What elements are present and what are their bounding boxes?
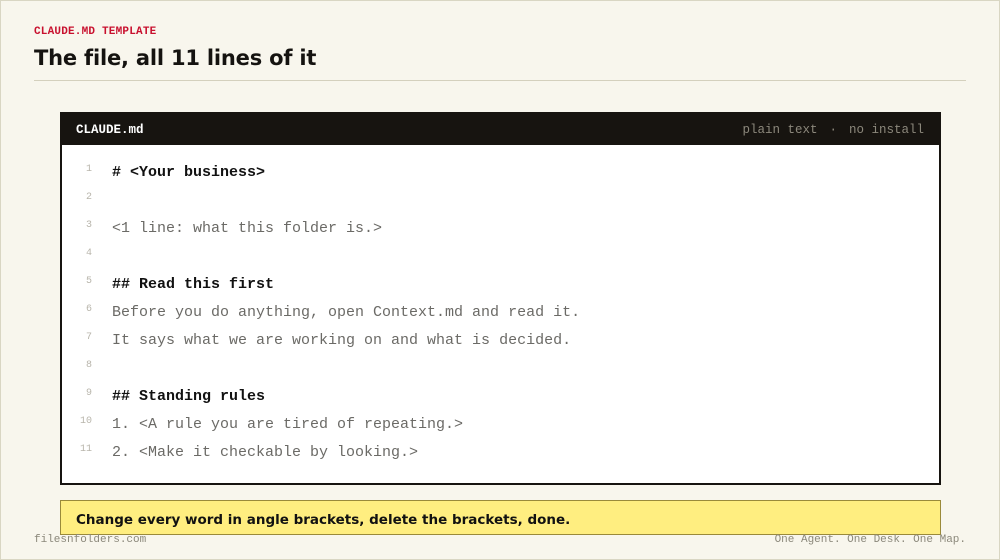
footer-site-link[interactable]: filesnfolders.com: [34, 534, 146, 546]
line-number: 7: [85, 332, 92, 343]
line-text: Before you do anything, open Context.md …: [112, 304, 581, 321]
code-line: 10 1. <A rule you are tired of repeating…: [62, 411, 939, 439]
code-line: 6 Before you do anything, open Context.m…: [62, 299, 939, 327]
code-line: 5 ## Read this first: [62, 271, 939, 299]
code-body: 1 # <Your business> 2 3 <1 line: what th…: [62, 145, 939, 467]
meta-separator: ·: [829, 122, 837, 137]
line-number: 5: [85, 276, 92, 287]
line-text: ## Read this first: [112, 276, 275, 293]
instruction-callout: Change every word in angle brackets, del…: [60, 500, 941, 535]
editor-title-bar: CLAUDE.md plain text · no install: [62, 114, 939, 145]
code-line: 7 It says what we are working on and wha…: [62, 327, 939, 355]
line-number: 1: [85, 164, 92, 175]
line-number: 3: [85, 220, 92, 231]
line-text: <1 line: what this folder is.>: [112, 220, 383, 237]
code-line: 1 # <Your business>: [62, 159, 939, 187]
eyebrow-label: CLAUDE.MD TEMPLATE: [34, 26, 157, 38]
file-name: CLAUDE.md: [76, 122, 144, 137]
line-number: 6: [85, 304, 92, 315]
line-number: 10: [79, 416, 92, 427]
line-number: 8: [85, 360, 92, 371]
editor-meta: plain text · no install: [742, 123, 924, 137]
line-number: 4: [85, 248, 92, 259]
code-line: 3 <1 line: what this folder is.>: [62, 215, 939, 243]
code-line: 2: [62, 187, 939, 215]
format-label: plain text: [742, 122, 818, 137]
line-text: # <Your business>: [112, 164, 266, 181]
code-line: 9 ## Standing rules: [62, 383, 939, 411]
line-number: 11: [79, 444, 92, 455]
install-label: no install: [848, 122, 924, 137]
code-line: 8: [62, 355, 939, 383]
line-text: 1. <A rule you are tired of repeating.>: [112, 416, 464, 433]
code-editor: CLAUDE.md plain text · no install 1 # <Y…: [60, 112, 941, 485]
page-title: The file, all 11 lines of it: [34, 46, 317, 70]
code-line: 11 2. <Make it checkable by looking.>: [62, 439, 939, 467]
title-divider: [34, 80, 966, 81]
line-text: 2. <Make it checkable by looking.>: [112, 444, 419, 461]
footer-tagline: One Agent. One Desk. One Map.: [774, 534, 966, 546]
line-text: It says what we are working on and what …: [112, 332, 572, 349]
code-line: 4: [62, 243, 939, 271]
line-number: 2: [85, 192, 92, 203]
line-number: 9: [85, 388, 92, 399]
line-text: ## Standing rules: [112, 388, 266, 405]
